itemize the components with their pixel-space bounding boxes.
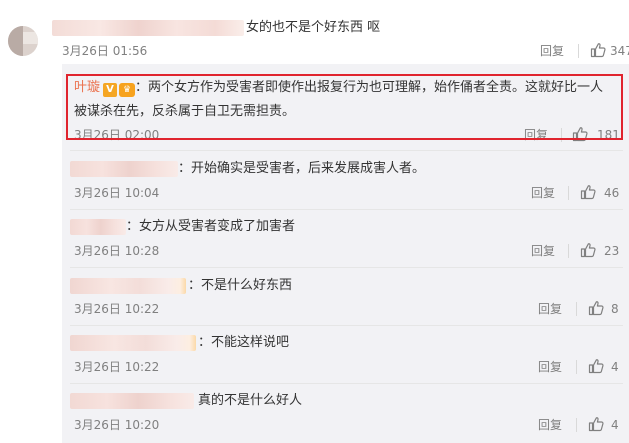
separator: [578, 44, 579, 58]
main-comment-like-count: 347: [610, 44, 629, 58]
blurred-reply-author[interactable]: [70, 278, 186, 294]
reply-text: 真的不是什么好人: [198, 393, 303, 408]
reply-text: ：女方从受害者变成了加害者: [126, 219, 296, 234]
reply-reply-button[interactable]: 回复: [538, 359, 562, 375]
thumbs-up-icon[interactable]: [588, 416, 604, 432]
separator: [568, 186, 569, 200]
separator: [576, 302, 577, 316]
main-comment-text: 女的也不是个好东西 呕: [246, 20, 381, 35]
reply-text: ：不是什么好东西: [188, 278, 293, 293]
divider: [70, 209, 623, 210]
reply-timestamp: 3月26日 10:22: [74, 302, 160, 316]
divider: [70, 325, 623, 326]
reply-reply-button[interactable]: 回复: [531, 185, 555, 201]
divider: [70, 383, 623, 384]
thumbs-up-icon[interactable]: [588, 358, 604, 374]
highlight-box: [66, 74, 623, 140]
reply-like-count: 23: [604, 244, 620, 258]
blurred-commenter-name[interactable]: [52, 20, 244, 36]
separator: [568, 244, 569, 258]
commenter-avatar[interactable]: [8, 26, 38, 56]
blurred-reply-author[interactable]: [70, 161, 178, 177]
reply-like-count: 4: [611, 418, 619, 432]
reply-reply-button[interactable]: 回复: [531, 243, 555, 259]
thumbs-up-icon[interactable]: [580, 242, 596, 258]
reply-like-count: 46: [604, 186, 620, 200]
main-comment-timestamp: 3月26日 01:56: [62, 44, 148, 58]
reply-like-count: 4: [611, 360, 619, 374]
separator: [576, 418, 577, 432]
main-comment-reply-button[interactable]: 回复: [540, 43, 564, 59]
reply-text: ：开始确实是受害者，后来发展成害人者。: [178, 161, 426, 176]
thumbs-up-icon[interactable]: [590, 42, 606, 58]
blurred-reply-author[interactable]: [70, 335, 196, 351]
reply-timestamp: 3月26日 10:28: [74, 244, 160, 258]
divider: [70, 150, 623, 151]
thumbs-up-icon[interactable]: [580, 184, 596, 200]
reply-timestamp: 3月26日 10:20: [74, 418, 160, 432]
reply-text: ：不能这样说吧: [198, 335, 290, 350]
separator: [576, 360, 577, 374]
thumbs-up-icon[interactable]: [588, 300, 604, 316]
reply-timestamp: 3月26日 10:04: [74, 186, 160, 200]
reply-like-count: 8: [611, 302, 619, 316]
reply-reply-button[interactable]: 回复: [538, 301, 562, 317]
divider: [70, 267, 623, 268]
reply-reply-button[interactable]: 回复: [538, 417, 562, 433]
blurred-reply-author[interactable]: [70, 393, 194, 409]
blurred-reply-author[interactable]: [70, 219, 126, 235]
reply-timestamp: 3月26日 10:22: [74, 360, 160, 374]
